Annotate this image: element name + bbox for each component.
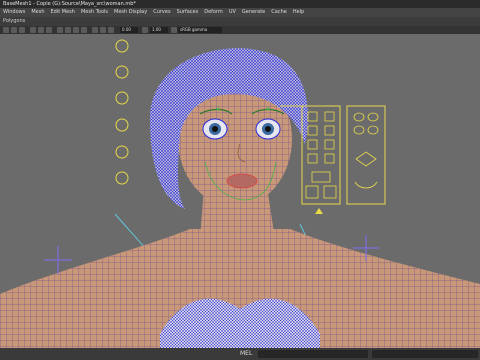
panel-toolbar: 0.00 1.00 sRGB gamma — [0, 26, 480, 34]
expression-control-panel[interactable] — [346, 105, 386, 205]
gamma-field[interactable]: 1.00 — [150, 27, 168, 33]
control-circle[interactable] — [115, 65, 129, 79]
control-circle[interactable] — [115, 39, 129, 53]
shelf-tab-polygons[interactable]: Polygons — [3, 17, 25, 26]
command-input[interactable] — [258, 350, 368, 358]
isolate-icon[interactable] — [108, 27, 114, 33]
command-line: MEL — [0, 348, 480, 360]
menu-surfaces[interactable]: Surfaces — [177, 8, 199, 17]
smooth-shade-icon[interactable] — [65, 27, 71, 33]
wireframe-icon[interactable] — [57, 27, 63, 33]
select-camera-icon[interactable] — [3, 27, 9, 33]
grid-icon[interactable] — [30, 27, 36, 33]
color-management-icon[interactable] — [171, 27, 177, 33]
exposure-field[interactable]: 0.00 — [120, 27, 138, 33]
window-title: BaseMesh1 - Copie (G):Source\Maya_src\wo… — [3, 1, 136, 7]
control-circle[interactable] — [115, 171, 129, 185]
menu-windows[interactable]: Windows — [3, 8, 25, 17]
command-feedback — [372, 350, 478, 358]
menu-uv[interactable]: UV — [229, 8, 236, 17]
menu-cache[interactable]: Cache — [271, 8, 287, 17]
textured-icon[interactable] — [73, 27, 79, 33]
control-circle[interactable] — [115, 145, 129, 159]
menu-mesh-tools[interactable]: Mesh Tools — [81, 8, 108, 17]
shadows-icon[interactable] — [92, 27, 98, 33]
gamma-icon[interactable] — [142, 27, 148, 33]
menu-deform[interactable]: Deform — [204, 8, 223, 17]
scene-canvas — [0, 39, 480, 348]
menu-generate[interactable]: Generate — [242, 8, 265, 17]
menu-mesh-display[interactable]: Mesh Display — [114, 8, 147, 17]
viewport-3d[interactable] — [0, 34, 480, 348]
colorspace-dropdown[interactable]: sRGB gamma — [178, 27, 222, 33]
shelf-toolbar: Polygons — [0, 17, 480, 26]
resolution-gate-icon[interactable] — [46, 27, 52, 33]
menu-curves[interactable]: Curves — [153, 8, 170, 17]
menu-mesh[interactable]: Mesh — [31, 8, 44, 17]
lighting-icon[interactable] — [81, 27, 87, 33]
control-circle[interactable] — [115, 118, 129, 132]
camera-attributes-icon[interactable] — [11, 27, 17, 33]
film-gate-icon[interactable] — [38, 27, 44, 33]
menu-bar: Windows Mesh Edit Mesh Mesh Tools Mesh D… — [0, 8, 480, 17]
selection-marker — [315, 208, 323, 214]
menu-help[interactable]: Help — [293, 8, 304, 17]
menu-edit-mesh[interactable]: Edit Mesh — [51, 8, 75, 17]
mouth — [226, 173, 258, 189]
control-circle[interactable] — [115, 91, 129, 105]
bookmark-icon[interactable] — [19, 27, 25, 33]
xray-icon[interactable] — [100, 27, 106, 33]
mel-label: MEL — [240, 350, 253, 357]
title-bar: BaseMesh1 - Copie (G):Source\Maya_src\wo… — [0, 0, 480, 8]
